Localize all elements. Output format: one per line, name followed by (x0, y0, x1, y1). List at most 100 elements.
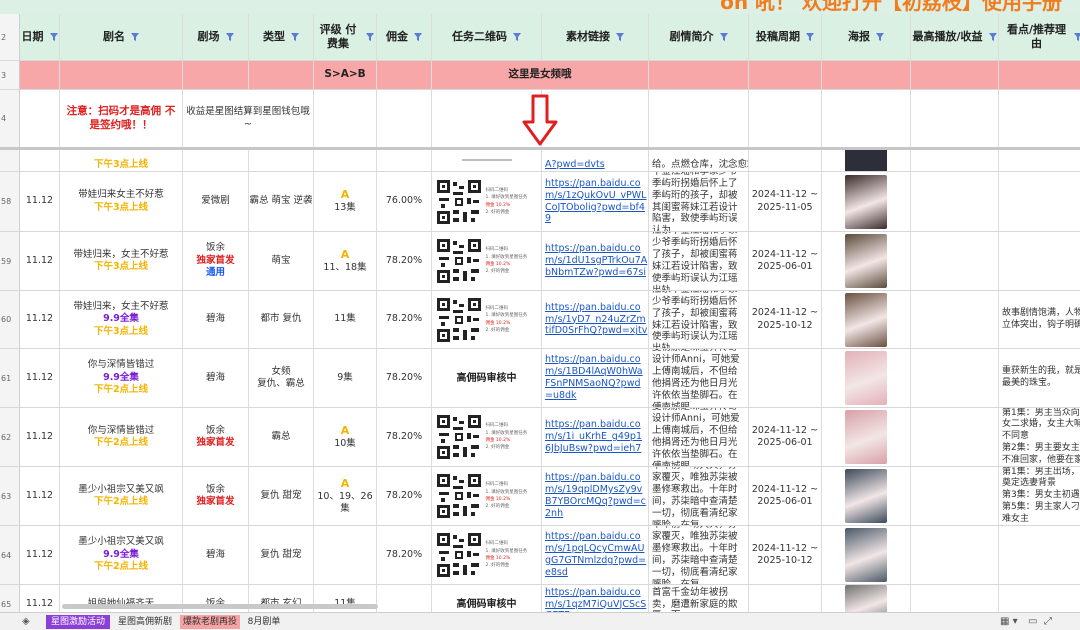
qr-card[interactable]: 扫码二维码 1. 填好收到星图任务 佣金 10.2% 2. 好的佣金 (434, 472, 539, 520)
cell[interactable] (542, 90, 649, 147)
header-title[interactable]: 剧名 (60, 14, 183, 60)
cell[interactable] (749, 148, 822, 171)
qr-card[interactable]: 扫码二维码 1. 填好收到星图任务 佣金 10.2% 2. 好的佣金 (434, 413, 539, 461)
theater-cell[interactable]: 爱微剧 (183, 172, 249, 231)
intro-cell[interactable]: 十金江瑶和季家少爷季屿珩拐婚后怀上了季屿珩的孩子，却被其闺蜜蒋妹江若设计陷害，致… (649, 172, 749, 231)
grid-view-icon[interactable]: ▦ ▾ (1000, 616, 1018, 627)
cell[interactable] (183, 148, 249, 171)
commission-cell[interactable] (377, 585, 432, 612)
type-cell[interactable]: 复仇 甜宠 (249, 467, 314, 525)
filter-icon[interactable] (291, 32, 299, 41)
intro-cell[interactable]: 夏初原是珠宝界传奇设计师Anni，可她爱上傅南城后，不但给他捐肾还为他日月光许依… (649, 349, 749, 407)
poster-image[interactable] (845, 585, 887, 612)
row-number[interactable] (0, 148, 20, 171)
row-number[interactable]: 58 (0, 172, 20, 231)
title-cell[interactable]: 墨少小祖宗又美又飒 下午2点上线 (60, 467, 183, 525)
poster-image[interactable] (845, 410, 887, 464)
cell[interactable] (911, 148, 999, 171)
type-cell[interactable]: 都市 复仇 (249, 291, 314, 348)
max-cell[interactable] (911, 349, 999, 407)
cell[interactable] (20, 61, 60, 89)
rating-cell[interactable]: A 13集 (314, 172, 377, 231)
cycle-cell[interactable]: 2024-11-12 ~ 2025-11-05 (749, 172, 822, 231)
link-cell[interactable]: https://pan.baidu.com/s/19qplDMysZy9vB7Y… (542, 467, 649, 525)
cell[interactable] (911, 61, 999, 89)
qr-card[interactable]: 扫码二维码 1. 填好收到星图任务 佣金 10.2% 2. 好的佣金 (434, 177, 539, 226)
title-cell[interactable]: 带娃归来，女主不好惹 下午3点上线 (60, 232, 183, 290)
type-cell[interactable]: 霸总 萌宝 逆袭 (249, 172, 314, 231)
poster-cell[interactable] (822, 291, 911, 348)
cell[interactable] (20, 90, 60, 147)
cell[interactable] (999, 90, 1080, 147)
filter-icon[interactable] (719, 32, 728, 41)
material-link[interactable]: https://pan.baidu.com/s/19qplDMysZy9vB7Y… (542, 472, 648, 520)
commission-cell[interactable]: 76.00% (377, 172, 432, 231)
cell[interactable] (649, 90, 749, 147)
poster-cell[interactable] (822, 172, 911, 231)
tab-hit-old-dramas[interactable]: 爆款老剧再投 (180, 615, 240, 629)
points-cell[interactable] (999, 585, 1080, 612)
filter-icon[interactable] (414, 32, 422, 41)
cycle-cell[interactable]: 2024-11-12 ~ 2025-10-12 (749, 526, 822, 584)
row-number[interactable]: 64 (0, 526, 20, 584)
material-link[interactable]: https://pan.baidu.com/s/1dU1sgPTrkOu7AbN… (542, 243, 648, 279)
poster-image[interactable] (845, 351, 887, 405)
header-points[interactable]: 看点/推荐理由 (999, 14, 1080, 60)
cell[interactable] (249, 148, 314, 171)
cell[interactable] (749, 90, 822, 147)
row-number[interactable]: 2 (0, 14, 20, 60)
theater-cell[interactable]: 饭余 独家首发 (183, 467, 249, 525)
title-cell[interactable]: 墨少小祖宗又美又飒 9.9全集 下午2点上线 (60, 526, 183, 584)
layers-icon[interactable]: ◈ (22, 616, 30, 627)
cell[interactable] (911, 90, 999, 147)
title-cell[interactable]: 你与深情皆错过 下午2点上线 (60, 408, 183, 466)
filter-icon[interactable] (1073, 33, 1080, 41)
female-freq-cell[interactable]: 这里是女频哦 (432, 61, 649, 89)
cell[interactable] (60, 61, 183, 89)
poster-cell[interactable] (822, 467, 911, 525)
row-number[interactable]: 63 (0, 467, 20, 525)
qr-cell[interactable]: 扫码二维码 1. 填好收到星图任务 佣金 10.2% 2. 好的佣金 (432, 526, 542, 584)
points-cell[interactable]: 重获新生的我，就是 最美的珠宝。 (999, 349, 1080, 407)
header-rating[interactable]: 评级 付费集 (314, 14, 377, 60)
points-cell[interactable]: 第1集：男主当众向 女二求婚，女主大喊 不同意 第2集：男主要女主 不准回家，他… (999, 408, 1080, 466)
cell[interactable]: A?pwd=dvts (542, 148, 649, 171)
title-cell[interactable]: 你与深情皆错过 9.9全集 下午2点上线 (60, 349, 183, 407)
link-cell[interactable]: https://pan.baidu.com/s/1pqLQcyCmwAUgG7G… (542, 526, 649, 584)
cell[interactable] (314, 90, 377, 147)
filter-icon[interactable] (876, 32, 884, 41)
row-number[interactable]: 65 (0, 585, 20, 612)
rating-cell[interactable]: A 11、18集 (314, 232, 377, 290)
header-max[interactable]: 最高播放/收益 (911, 14, 999, 60)
theater-cell[interactable]: 饭余 独家首发 通用 (183, 232, 249, 290)
intro-cell[interactable]: 十年前一场大火，苏家覆灭，唯独苏柒被墨修寒救出。十年时间，苏柒暗中查清楚一切，彻… (649, 467, 749, 525)
cycle-cell[interactable]: 2024-11-12 ~ 2025-06-01 (749, 232, 822, 290)
material-link[interactable]: https://pan.baidu.com/s/1qzM7iQuVJCScSGE… (542, 587, 648, 612)
material-link[interactable]: https://pan.baidu.com/s/1BD4lAqW0hWaFSnP… (542, 354, 648, 402)
filter-icon[interactable] (806, 32, 814, 41)
max-cell[interactable] (911, 585, 999, 612)
zoom-icon[interactable]: ▭ (1028, 616, 1037, 627)
title-cell[interactable]: 带娃归来，女主不好惹 9.9全集 下午3点上线 (60, 291, 183, 348)
row-number[interactable]: 4 (0, 90, 20, 147)
rating-cell[interactable]: 9集 (314, 349, 377, 407)
max-cell[interactable] (911, 291, 999, 348)
max-cell[interactable] (911, 408, 999, 466)
commission-cell[interactable]: 78.20% (377, 291, 432, 348)
filter-icon[interactable] (225, 32, 234, 41)
date-cell[interactable]: 11.12 (20, 349, 60, 407)
date-cell[interactable]: 11.12 (20, 408, 60, 466)
cell[interactable] (822, 90, 911, 147)
material-link[interactable]: https://pan.baidu.com/s/1yD7_n24uZrZmtif… (542, 302, 648, 338)
theater-cell[interactable]: 碧海 (183, 291, 249, 348)
link-cell[interactable]: https://pan.baidu.com/s/1qzM7iQuVJCScSGE… (542, 585, 649, 612)
points-cell[interactable]: 故事剧情饱满，人物 立体突出，钩子明确 (999, 291, 1080, 348)
filter-icon[interactable] (366, 33, 374, 41)
tab-star-incentive[interactable]: 星图激励活动 (46, 615, 110, 629)
cell[interactable] (377, 61, 432, 89)
row-number[interactable]: 61 (0, 349, 20, 407)
qr-card[interactable]: 扫码二维码 1. 填好收到星图任务 佣金 10.2% 2. 好的佣金 (434, 237, 539, 285)
header-theater[interactable]: 剧场 (183, 14, 249, 60)
cell[interactable] (432, 148, 542, 171)
points-cell[interactable] (999, 232, 1080, 290)
